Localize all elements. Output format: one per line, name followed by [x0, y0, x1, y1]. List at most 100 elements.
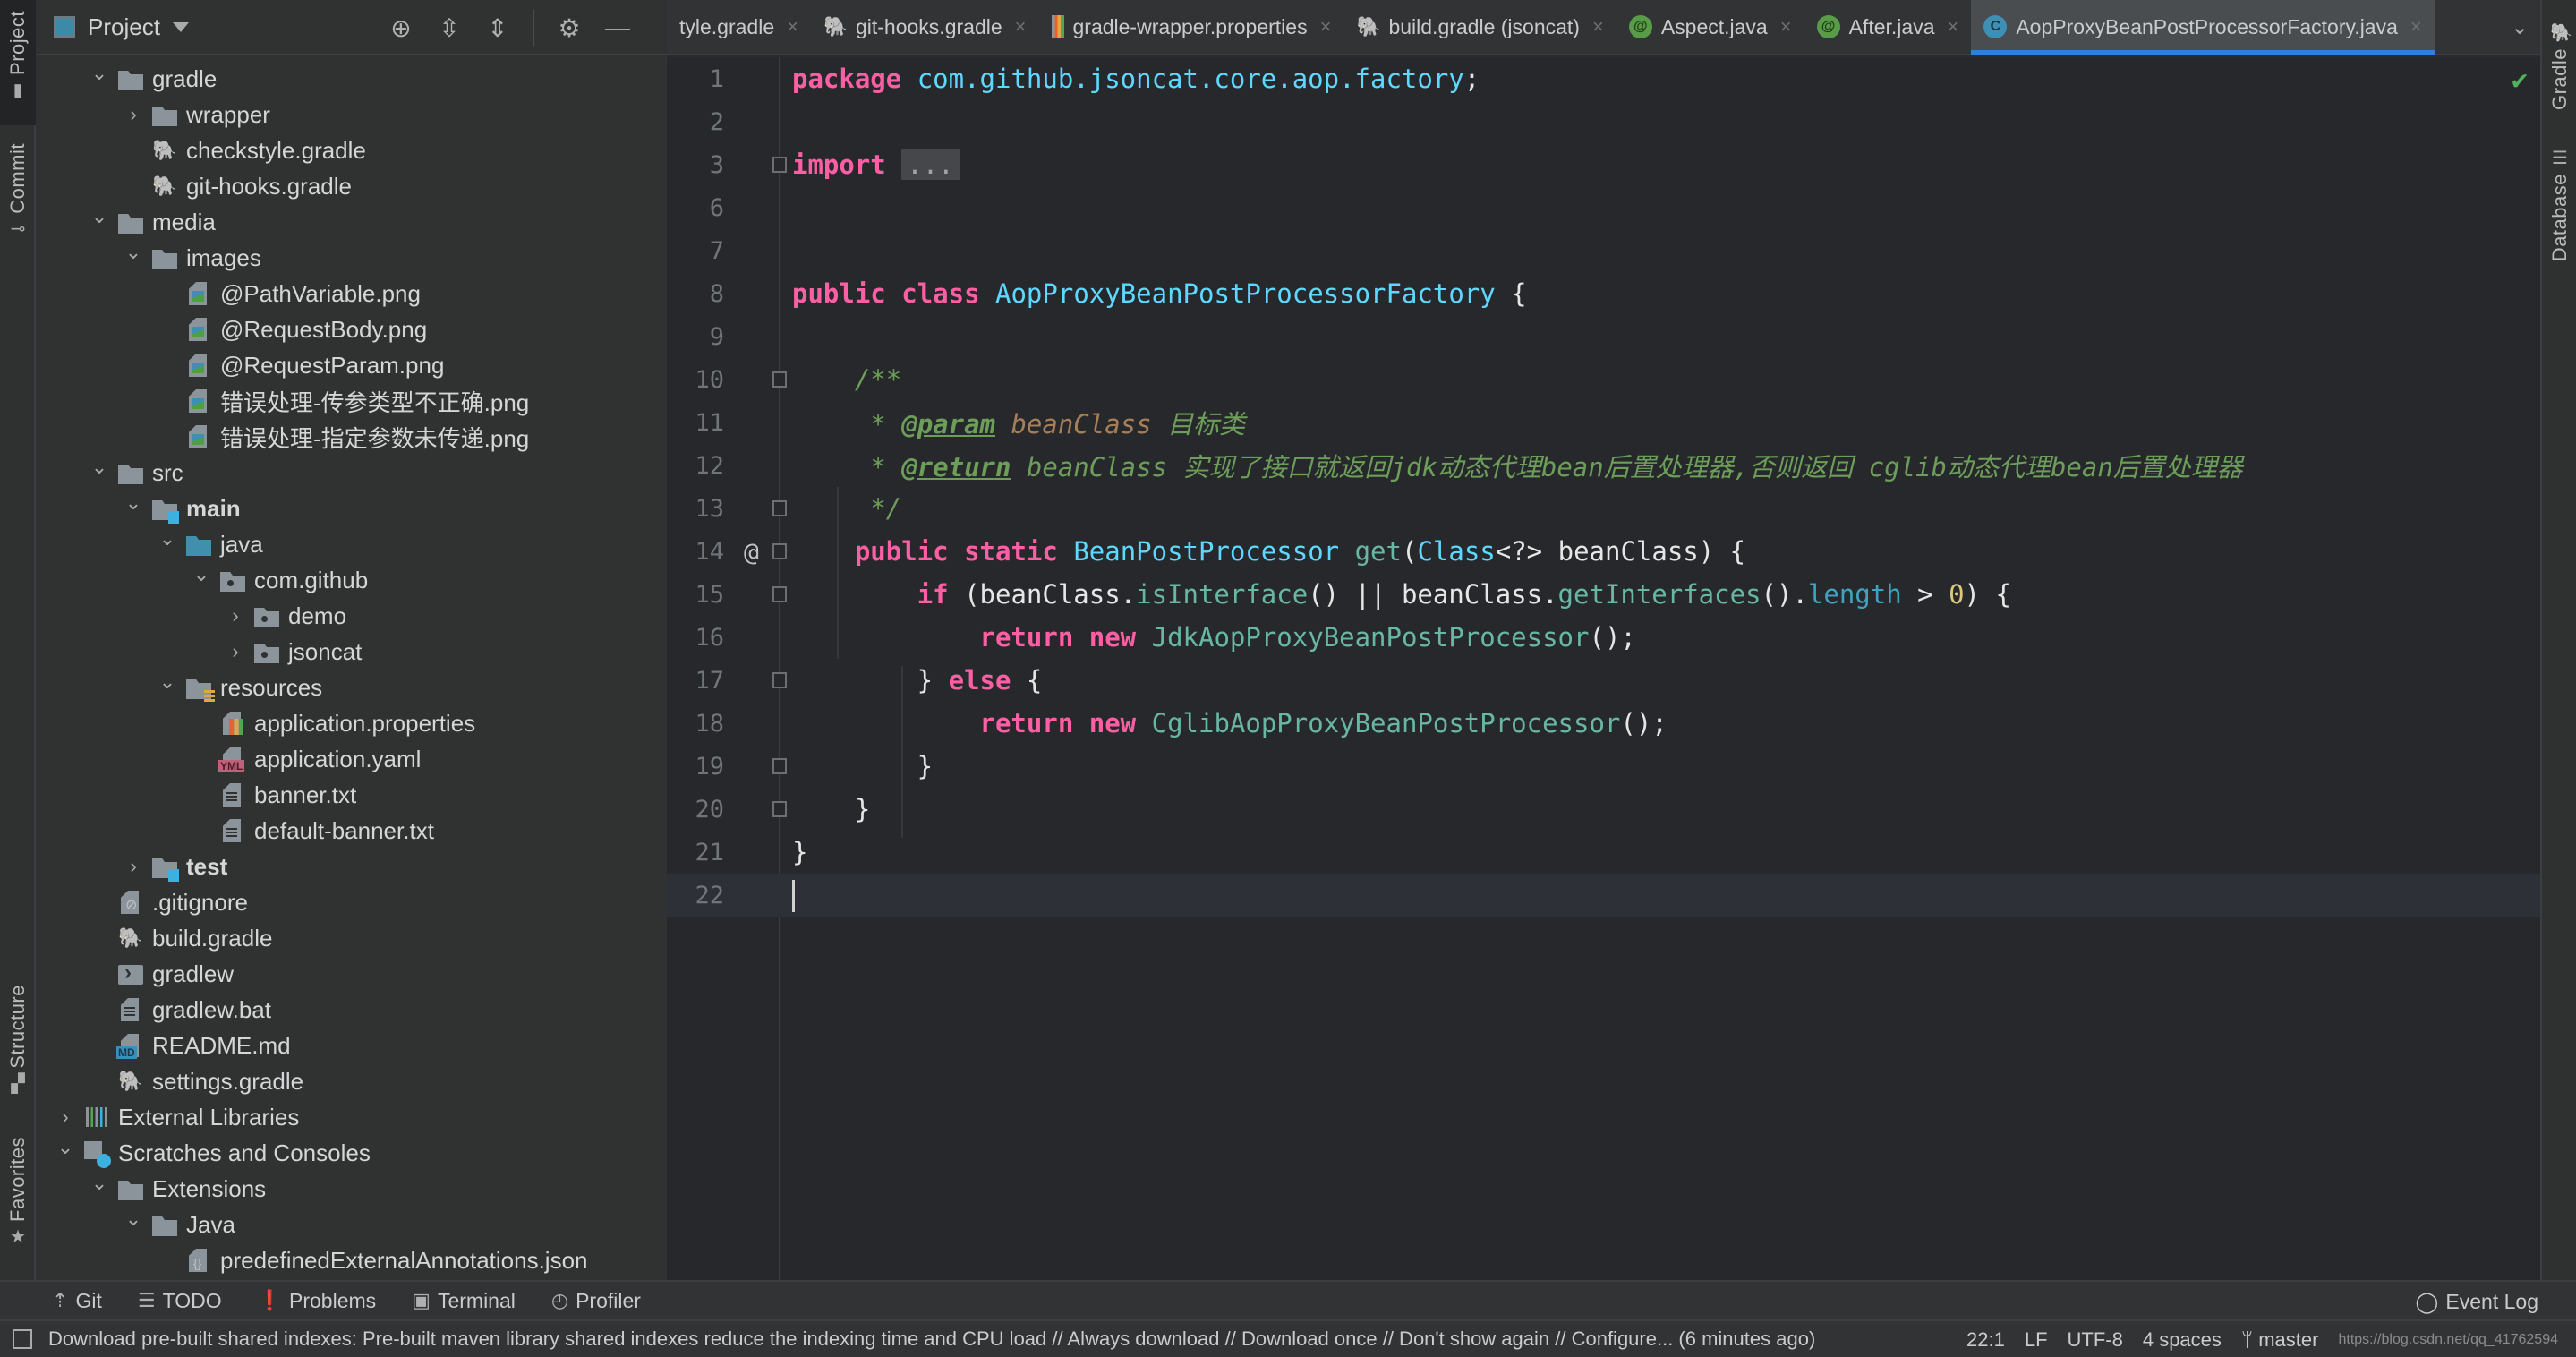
editor-tab[interactable]: gradle-wrapper.properties ×: [1039, 0, 1344, 54]
chevron-down-icon[interactable]: ⌄: [122, 241, 145, 264]
tree-item[interactable]: ›gradlew.bat: [88, 992, 271, 1028]
code-line[interactable]: 3 import ...: [667, 143, 2540, 186]
fold-expand-icon[interactable]: [772, 157, 787, 173]
tree-item[interactable]: ›README.md: [88, 1028, 291, 1063]
chevron-down-icon[interactable]: ⌄: [88, 62, 111, 85]
gear-icon[interactable]: ⚙: [556, 13, 583, 43]
chevron-down-icon[interactable]: ⌄: [2499, 0, 2540, 54]
tree-item[interactable]: ⌄ Extensions: [88, 1171, 266, 1207]
tree-item[interactable]: ⌄ main: [122, 491, 241, 526]
close-icon[interactable]: ×: [1592, 15, 1604, 38]
chevron-right-icon[interactable]: ›: [224, 640, 247, 663]
tree-item[interactable]: ›banner.txt: [190, 777, 356, 813]
code-line[interactable]: 18 return new CglibAopProxyBeanPostProce…: [667, 702, 2540, 745]
code-line[interactable]: 8 public class AopProxyBeanPostProcessorF…: [667, 272, 2540, 315]
code-line[interactable]: 22: [667, 874, 2540, 917]
chevron-right-icon[interactable]: ›: [122, 103, 145, 126]
tree-item[interactable]: ›.gitignore: [88, 884, 248, 920]
tree-item[interactable]: › test: [122, 849, 227, 884]
event-log-button[interactable]: ◯ Event Log: [2416, 1282, 2538, 1321]
tree-item[interactable]: ⌄ com.github: [190, 562, 368, 598]
code-line[interactable]: 9: [667, 315, 2540, 358]
tree-item[interactable]: ›🐘checkstyle.gradle: [122, 132, 366, 168]
chevron-right-icon[interactable]: ›: [54, 1105, 77, 1129]
tool-tab-database[interactable]: ☰ Database: [2542, 143, 2576, 286]
chevron-down-icon[interactable]: [172, 21, 189, 32]
code-line[interactable]: 14 @ public static BeanPostProcessor get(…: [667, 530, 2540, 573]
chevron-down-icon[interactable]: ⌄: [190, 563, 213, 586]
editor-tab[interactable]: @ After.java ×: [1804, 0, 1972, 54]
code-token[interactable]: ...: [901, 149, 960, 180]
status-message[interactable]: Download pre-built shared indexes: Pre-b…: [48, 1327, 1815, 1351]
line-separator[interactable]: LF: [2025, 1328, 2048, 1352]
tree-item[interactable]: ›🐘git-hooks.gradle: [122, 168, 352, 204]
tree-item[interactable]: ›@RequestBody.png: [156, 312, 427, 347]
close-icon[interactable]: ×: [787, 15, 798, 38]
tree-item[interactable]: ›application.yaml: [190, 741, 421, 777]
fold-collapse-icon[interactable]: [772, 586, 787, 602]
minimize-icon[interactable]: —: [604, 13, 631, 42]
tool-tab-favorites[interactable]: Favorites ★: [0, 1137, 36, 1271]
locate-icon[interactable]: ⊕: [388, 13, 414, 43]
tool-tab-commit[interactable]: Commit ⊸: [0, 143, 36, 260]
chevron-down-icon[interactable]: ⌄: [88, 456, 111, 479]
tree-item[interactable]: › External Libraries: [54, 1099, 299, 1135]
tree-item[interactable]: ›predefinedExternalAnnotations.json: [156, 1242, 588, 1278]
tree-item[interactable]: › demo: [224, 598, 346, 634]
tool-tab-project[interactable]: Project ▮: [0, 0, 36, 125]
chevron-down-icon[interactable]: ⌄: [88, 1172, 111, 1195]
tool-tab-gradle[interactable]: 🐘 Gradle: [2542, 18, 2576, 134]
code-line[interactable]: 21}: [667, 831, 2540, 874]
project-view-selector[interactable]: Project: [88, 13, 160, 41]
chevron-down-icon[interactable]: ⌄: [122, 491, 145, 515]
tree-item[interactable]: ›🐘build.gradle: [88, 920, 272, 956]
fold-collapse-icon[interactable]: [772, 371, 787, 388]
editor-tab[interactable]: C AopProxyBeanPostProcessorFactory.java ×: [1971, 0, 2435, 55]
close-icon[interactable]: ×: [1780, 15, 1792, 38]
editor-tab[interactable]: @ Aspect.java ×: [1616, 0, 1804, 54]
tree-item[interactable]: ›错误处理-传参类型不正确.png: [156, 383, 529, 419]
tree-item[interactable]: ⌄ resources: [156, 670, 322, 705]
tool-window-terminal[interactable]: ▣ Terminal: [412, 1289, 516, 1313]
code-line[interactable]: 10 /**: [667, 358, 2540, 401]
tree-item[interactable]: ›🐘settings.gradle: [88, 1063, 303, 1099]
chevron-down-icon[interactable]: ⌄: [88, 205, 111, 228]
tree-item[interactable]: ›@RequestParam.png: [156, 347, 444, 383]
code-line[interactable]: 16 return new JdkAopProxyBeanPostProcess…: [667, 616, 2540, 659]
fold-collapse-icon[interactable]: [772, 801, 787, 817]
override-marker-icon[interactable]: @: [744, 537, 759, 567]
code-line[interactable]: 13 */: [667, 487, 2540, 530]
tool-windows-toggle-icon[interactable]: [13, 1329, 32, 1349]
tree-item[interactable]: › wrapper: [122, 97, 270, 132]
chevron-down-icon[interactable]: ⌄: [122, 1208, 145, 1231]
tree-item[interactable]: ⌄ gradle: [88, 61, 218, 97]
close-icon[interactable]: ×: [1320, 15, 1332, 38]
file-encoding[interactable]: UTF-8: [2068, 1328, 2123, 1352]
tool-window-problems[interactable]: ❗ Problems: [258, 1289, 377, 1313]
code-line[interactable]: 6: [667, 186, 2540, 229]
code-line[interactable]: 11 * @param beanClass 目标类: [667, 401, 2540, 444]
code-line[interactable]: 15 if (beanClass.isInterface() || beanCl…: [667, 573, 2540, 616]
tool-window-git[interactable]: ⇡ Git: [52, 1289, 102, 1313]
close-icon[interactable]: ×: [1947, 15, 1958, 38]
editor-tab[interactable]: tyle.gradle ×: [667, 0, 811, 54]
tool-window-todo[interactable]: ☰ TODO: [138, 1289, 222, 1313]
code-line[interactable]: 17 } else {: [667, 659, 2540, 702]
tree-item[interactable]: ›application.properties: [190, 705, 475, 741]
code-line[interactable]: 1 package com.github.jsoncat.core.aop.fac…: [667, 57, 2540, 100]
code-editor[interactable]: ✔ 1 package com.github.jsoncat.core.aop.f…: [667, 57, 2540, 1280]
chevron-down-icon[interactable]: ⌄: [156, 527, 179, 550]
expand-all-icon[interactable]: ⇳: [436, 13, 463, 43]
tree-item[interactable]: ›@PathVariable.png: [156, 276, 421, 312]
fold-collapse-icon[interactable]: [772, 543, 787, 559]
chevron-down-icon[interactable]: ⌄: [156, 670, 179, 694]
collapse-all-icon[interactable]: ⇕: [484, 13, 511, 43]
tree-item[interactable]: ⌄ java: [156, 526, 263, 562]
tool-tab-structure[interactable]: Structure ▞: [0, 985, 36, 1110]
fold-collapse-icon[interactable]: [772, 758, 787, 774]
tree-item[interactable]: ⌄ src: [88, 455, 183, 491]
tree-item[interactable]: ›default-banner.txt: [190, 813, 434, 849]
tree-item[interactable]: ⌄ images: [122, 240, 261, 276]
tool-window-profiler[interactable]: ◴ Profiler: [551, 1289, 641, 1313]
tree-item[interactable]: ⌄ Scratches and Consoles: [54, 1135, 371, 1171]
